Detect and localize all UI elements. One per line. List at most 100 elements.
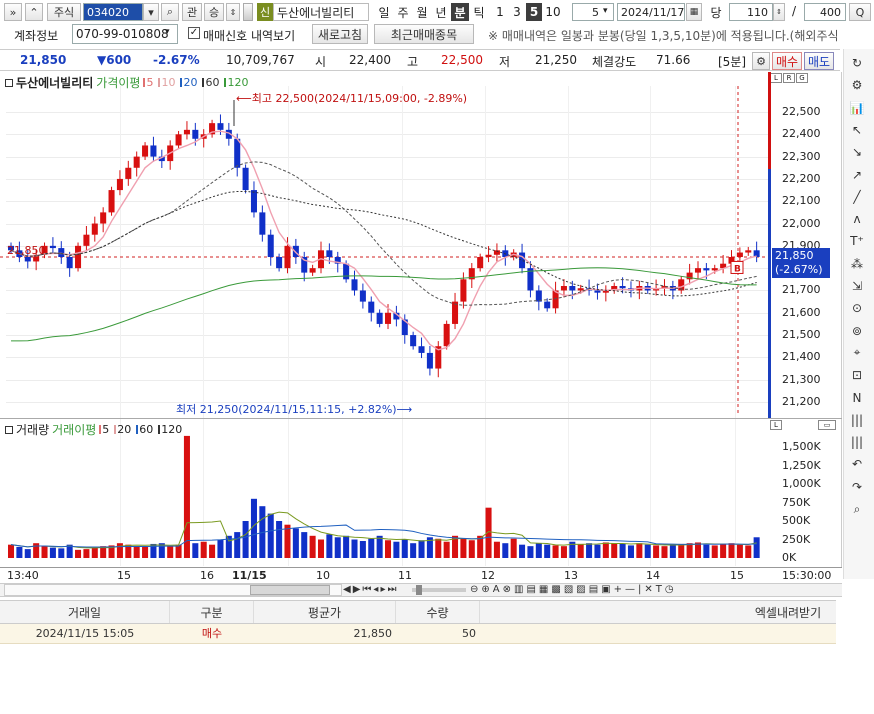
minute-3-button[interactable]: 3 <box>509 3 525 21</box>
wave-icon[interactable]: Ν <box>846 388 868 408</box>
trade-signal-checkbox[interactable]: ✓ <box>188 27 200 39</box>
next-icon[interactable]: ▸ <box>380 584 385 596</box>
columns-icon[interactable]: ||| <box>846 432 868 452</box>
ray-tool-icon[interactable]: ↘ <box>846 142 868 162</box>
x-axis-label: 11/15 <box>232 569 267 582</box>
box-icon[interactable]: ▣ <box>601 584 610 595</box>
columns-icon[interactable]: ▨ <box>576 584 585 595</box>
arrow-tool-icon[interactable]: ↖ <box>846 120 868 140</box>
find-icon[interactable]: ⌕ <box>846 499 868 519</box>
account-select[interactable]: 070-99-010808 <box>72 24 178 44</box>
trend-icon[interactable]: ↗ <box>846 165 868 185</box>
period-4-button[interactable]: 분 <box>451 3 469 21</box>
period-2-button[interactable]: 월 <box>413 3 431 21</box>
settings-icon[interactable]: ⚙ <box>846 75 868 95</box>
reset-icon[interactable]: ⊗ <box>503 584 511 595</box>
pane-size-icon[interactable]: ▭ <box>818 420 836 430</box>
table-icon[interactable]: ▩ <box>551 584 560 595</box>
bar-type-icon[interactable]: ▥ <box>514 584 523 595</box>
col-qty[interactable]: 수량 <box>396 601 480 623</box>
today-button[interactable]: 당 <box>706 3 726 21</box>
stock-code-input[interactable]: 034020 <box>83 3 143 21</box>
refresh-icon[interactable]: ↻ <box>846 53 868 73</box>
volume-bar <box>200 541 207 558</box>
prev-icon[interactable]: ◂ <box>373 584 378 596</box>
line-type-icon[interactable]: ▤ <box>526 584 535 595</box>
period-3-button[interactable]: 년 <box>432 3 450 21</box>
channel-icon[interactable]: ⇲ <box>846 276 868 296</box>
text-add-icon[interactable]: T⁺ <box>846 231 868 251</box>
recent-trades-button[interactable]: 최근매매종목 <box>374 24 474 44</box>
stepper-icon[interactable]: ⇕ <box>226 3 240 21</box>
line-tool-icon[interactable]: ╱ <box>846 187 868 207</box>
chevron-down-icon[interactable]: ▾ <box>165 27 170 37</box>
excel-download-button[interactable]: 엑셀내려받기 <box>740 601 836 623</box>
period-5-button[interactable]: 틱 <box>470 3 488 21</box>
gwan-button[interactable]: 관 <box>182 3 202 21</box>
spin-icon[interactable]: ⇕ <box>773 3 785 21</box>
stock-name-field[interactable]: 두산에너빌리티 <box>273 3 369 21</box>
scale-g-icon[interactable]: G <box>796 73 808 83</box>
volume-scale-icon[interactable]: L <box>770 420 782 430</box>
market-select[interactable]: 주식 <box>47 3 81 21</box>
auto-icon[interactable]: ʌ <box>846 209 868 229</box>
col-type[interactable]: 구분 <box>170 601 254 623</box>
collapse-button[interactable]: ⌃ <box>25 3 43 21</box>
text-tool-icon[interactable]: T <box>656 584 662 595</box>
scale-lock-icon[interactable]: L <box>770 73 782 83</box>
redo-icon[interactable]: ↷ <box>846 477 868 497</box>
sell-button[interactable]: 매도 <box>804 52 834 70</box>
buy-button[interactable]: 매수 <box>772 52 802 70</box>
undo-icon[interactable]: ↶ <box>846 454 868 474</box>
fib-icon[interactable]: ⊡ <box>846 365 868 385</box>
chevron-down-icon[interactable]: ▾ <box>143 3 159 21</box>
col-avg-price[interactable]: 평균가 <box>254 601 396 623</box>
search-icon[interactable]: ⌕ <box>161 3 179 21</box>
cross-icon[interactable]: ✕ <box>644 584 652 595</box>
vline-icon[interactable]: | <box>638 584 641 595</box>
bars-total-input[interactable]: 400 <box>804 3 846 21</box>
gear-icon[interactable]: ⚙ <box>752 52 770 70</box>
chevron-down-icon[interactable]: ▾ <box>603 6 608 16</box>
zoom-slider-thumb[interactable] <box>416 585 422 595</box>
minute-1-button[interactable]: 1 <box>492 3 508 21</box>
indicator-icon[interactable]: 📊 <box>846 98 868 118</box>
crosshair-icon[interactable]: + <box>614 584 622 595</box>
price-chart[interactable]: B <box>0 86 842 416</box>
last-icon[interactable]: ⏭ <box>387 584 396 596</box>
volume-chart[interactable] <box>0 433 770 567</box>
calendar-icon[interactable]: ▦ <box>686 3 702 21</box>
period-0-button[interactable]: 일 <box>375 3 393 21</box>
stack-icon[interactable]: ▤ <box>589 584 598 595</box>
zoom-out-icon[interactable]: ⊖ <box>470 584 478 595</box>
zoom-icon[interactable]: ⊚ <box>846 321 868 341</box>
bars-icon[interactable]: ||| <box>846 410 868 430</box>
hline-icon[interactable]: — <box>625 584 635 595</box>
pattern-icon[interactable]: ⁂ <box>846 254 868 274</box>
zoom-in-icon[interactable]: ⊕ <box>481 584 489 595</box>
scale-r-icon[interactable]: R <box>783 73 795 83</box>
scrollbar-thumb[interactable] <box>250 585 330 595</box>
period-1-button[interactable]: 주 <box>394 3 412 21</box>
font-icon[interactable]: A <box>493 584 500 595</box>
clock-icon[interactable]: ◷ <box>665 584 674 595</box>
scroll-right-icon[interactable]: ▶ <box>353 584 361 596</box>
seung-button[interactable]: 승 <box>204 3 224 21</box>
volume-bar <box>309 535 316 558</box>
col-date[interactable]: 거래일 <box>0 601 170 623</box>
scroll-left-icon[interactable]: ◀ <box>343 584 351 596</box>
grip-handle[interactable] <box>243 3 253 21</box>
first-icon[interactable]: ⏮ <box>362 584 371 596</box>
layout-icon[interactable]: ▧ <box>564 584 573 595</box>
volume-bar <box>602 542 609 558</box>
minute-5-button[interactable]: 5 <box>526 3 542 21</box>
minute-10-button[interactable]: 10 <box>543 3 563 21</box>
date-input[interactable]: 2024/11/17 <box>617 3 685 21</box>
menu-expand-button[interactable]: » <box>4 3 22 21</box>
bars-shown-input[interactable]: 110 <box>729 3 773 21</box>
grid-icon[interactable]: ▦ <box>539 584 548 595</box>
target-icon[interactable]: ⌖ <box>846 343 868 363</box>
zoom-icon[interactable]: Q <box>849 3 871 21</box>
refresh-button[interactable]: 새로고침 <box>312 24 368 44</box>
circle-zoom-icon[interactable]: ⊙ <box>846 298 868 318</box>
